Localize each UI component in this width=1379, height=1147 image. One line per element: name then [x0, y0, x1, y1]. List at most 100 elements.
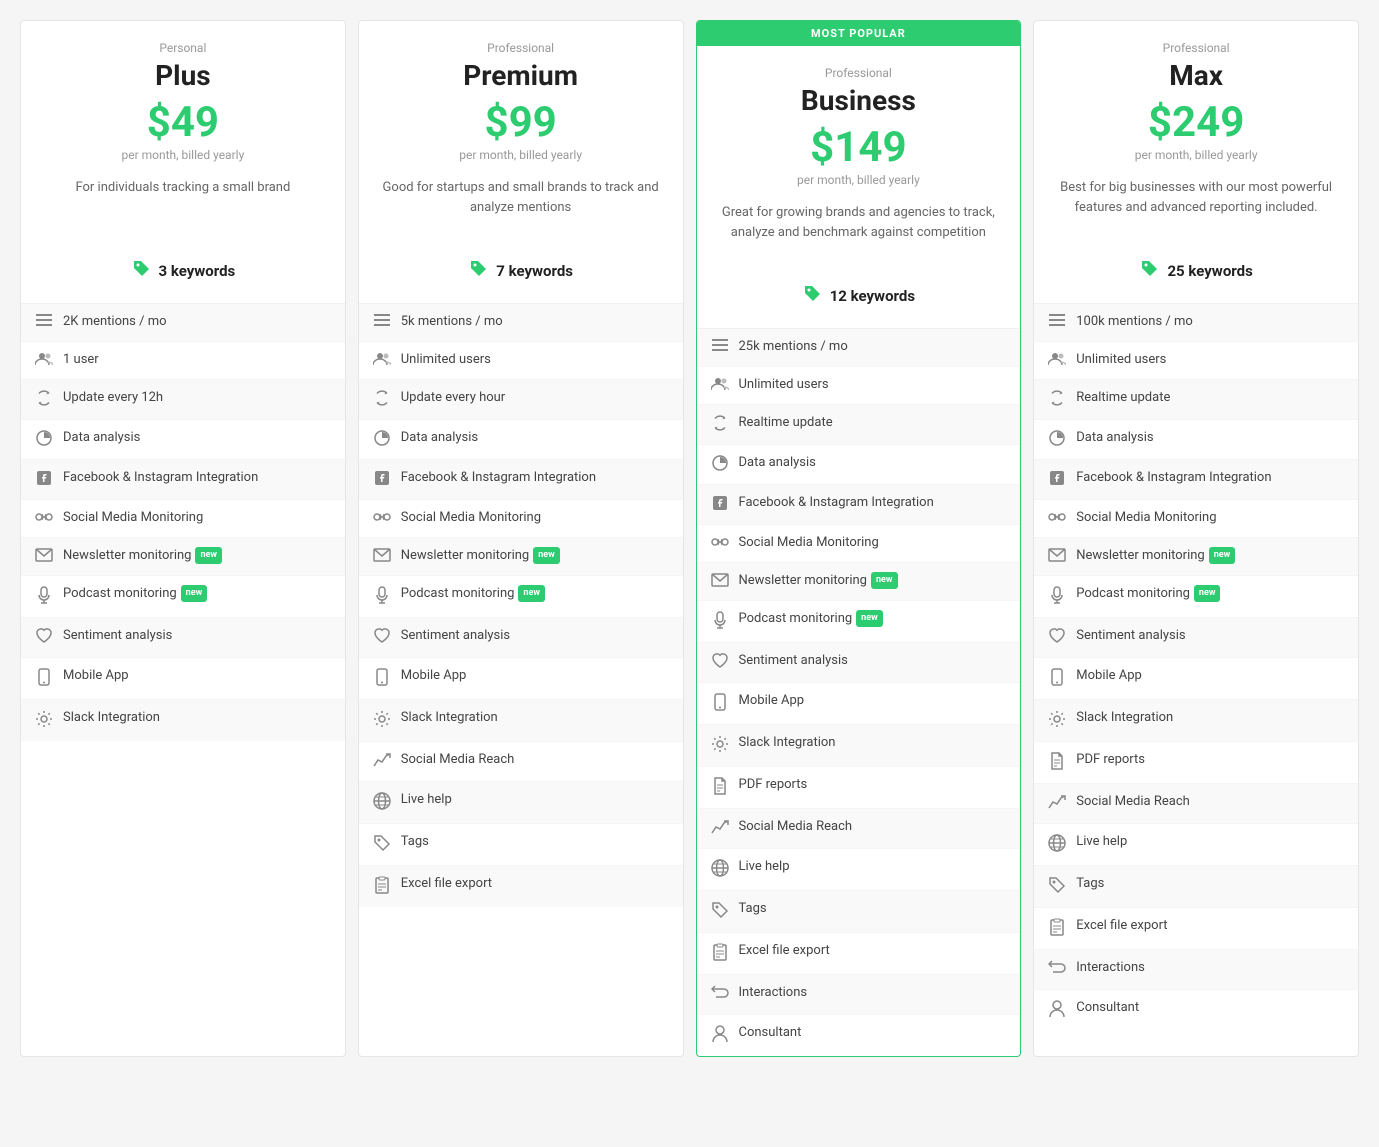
feature-icon-6 [373, 548, 391, 566]
feature-icon-14 [711, 901, 729, 923]
feature-icon-2 [1048, 390, 1066, 410]
plan-price: $249 [1050, 102, 1342, 144]
feature-text-14: Excel file export [401, 875, 492, 893]
plan-tier: Professional [713, 66, 1005, 80]
feature-item: 100k mentions / mo [1034, 304, 1358, 342]
feature-icon-13 [1048, 834, 1066, 856]
plan-description: For individuals tracking a small brand [37, 178, 329, 238]
feature-item: Interactions [697, 975, 1021, 1015]
plan-card-premium: Professional Premium $99 per month, bill… [358, 20, 684, 1057]
features-list: 100k mentions / mo Unlimited users Realt… [1034, 304, 1358, 1031]
feature-text-14: Tags [739, 900, 767, 918]
feature-icon-13 [373, 834, 391, 856]
feature-text-6: Newsletter monitoringnew [401, 547, 560, 565]
feature-text-2: Update every hour [401, 389, 505, 407]
features-list: 5k mentions / mo Unlimited users Update … [359, 304, 683, 907]
plan-card-business: MOST POPULAR Professional Business $149 … [696, 20, 1022, 1057]
feature-item: Realtime update [1034, 380, 1358, 420]
feature-item: Excel file export [359, 866, 683, 907]
feature-icon-7 [373, 586, 391, 608]
plan-card-max: Professional Max $249 per month, billed … [1033, 20, 1359, 1057]
feature-text-13: Tags [401, 833, 429, 851]
feature-item: Mobile App [1034, 658, 1358, 700]
plan-name: Business [713, 84, 1005, 117]
feature-item: Facebook & Instagram Integration [1034, 460, 1358, 500]
feature-icon-11 [711, 777, 729, 799]
feature-item: Podcast monitoringnew [359, 576, 683, 618]
tag-icon [131, 258, 151, 283]
plan-card-plus: Personal Plus $49 per month, billed year… [20, 20, 346, 1057]
feature-icon-4 [711, 495, 729, 515]
feature-text-2: Realtime update [1076, 389, 1170, 407]
feature-item: Sentiment analysis [1034, 618, 1358, 658]
feature-text-4: Facebook & Instagram Integration [1076, 469, 1271, 487]
plan-price: $149 [713, 127, 1005, 169]
feature-icon-9 [1048, 668, 1066, 690]
feature-icon-3 [1048, 430, 1066, 450]
feature-text-7: Podcast monitoringnew [1076, 585, 1220, 603]
feature-item: Newsletter monitoringnew [1034, 538, 1358, 576]
feature-text-5: Social Media Monitoring [739, 534, 879, 552]
tag-icon [1139, 258, 1159, 283]
feature-text-9: Mobile App [63, 667, 129, 685]
feature-text-3: Data analysis [739, 454, 816, 472]
feature-item: Excel file export [1034, 908, 1358, 950]
feature-icon-1 [35, 352, 53, 370]
feature-item: Sentiment analysis [21, 618, 345, 658]
feature-item: Social Media Reach [359, 742, 683, 782]
feature-text-10: Slack Integration [63, 709, 160, 727]
feature-text-3: Data analysis [63, 429, 140, 447]
feature-item: Mobile App [21, 658, 345, 700]
feature-text-8: Sentiment analysis [401, 627, 510, 645]
feature-item: Realtime update [697, 405, 1021, 445]
feature-text-4: Facebook & Instagram Integration [401, 469, 596, 487]
feature-item: Live help [359, 782, 683, 824]
most-popular-banner: MOST POPULAR [697, 21, 1021, 46]
feature-text-8: Sentiment analysis [739, 652, 848, 670]
feature-text-12: Live help [401, 791, 452, 809]
feature-icon-11 [1048, 752, 1066, 774]
plan-billing: per month, billed yearly [713, 173, 1005, 187]
keywords-count: 12 keywords [830, 287, 915, 305]
feature-icon-17 [1048, 1000, 1066, 1022]
feature-text-17: Consultant [739, 1024, 802, 1042]
feature-icon-8 [711, 653, 729, 673]
feature-item: Newsletter monitoringnew [697, 563, 1021, 601]
feature-icon-16 [1048, 960, 1066, 980]
feature-text-5: Social Media Monitoring [1076, 509, 1216, 527]
feature-text-11: Social Media Reach [401, 751, 515, 769]
feature-text-13: Live help [739, 858, 790, 876]
feature-item: Consultant [697, 1015, 1021, 1056]
keywords-badge: 25 keywords [1050, 254, 1342, 287]
feature-icon-13 [711, 859, 729, 881]
feature-icon-3 [373, 430, 391, 450]
feature-text-4: Facebook & Instagram Integration [63, 469, 258, 487]
pricing-grid: Personal Plus $49 per month, billed year… [20, 20, 1359, 1057]
feature-icon-2 [373, 390, 391, 410]
feature-item: Podcast monitoringnew [1034, 576, 1358, 618]
feature-item: Social Media Monitoring [21, 500, 345, 538]
feature-text-1: Unlimited users [1076, 351, 1166, 369]
feature-icon-2 [35, 390, 53, 410]
feature-text-11: PDF reports [739, 776, 808, 794]
tag-icon [802, 283, 822, 308]
keywords-badge: 3 keywords [37, 254, 329, 287]
feature-item: Interactions [1034, 950, 1358, 990]
plan-description: Good for startups and small brands to tr… [375, 178, 667, 238]
feature-item: Live help [1034, 824, 1358, 866]
feature-text-2: Update every 12h [63, 389, 163, 407]
feature-item: 2K mentions / mo [21, 304, 345, 342]
feature-icon-1 [1048, 352, 1066, 370]
feature-text-14: Tags [1076, 875, 1104, 893]
feature-text-12: Social Media Reach [1076, 793, 1190, 811]
feature-text-0: 2K mentions / mo [63, 313, 167, 331]
feature-item: Podcast monitoringnew [21, 576, 345, 618]
feature-icon-5 [35, 510, 53, 528]
feature-text-15: Excel file export [739, 942, 830, 960]
feature-text-9: Mobile App [401, 667, 467, 685]
plan-price: $99 [375, 102, 667, 144]
plan-description: Best for big businesses with our most po… [1050, 178, 1342, 238]
new-badge: new [856, 610, 883, 627]
feature-icon-9 [373, 668, 391, 690]
feature-text-0: 25k mentions / mo [739, 338, 848, 356]
